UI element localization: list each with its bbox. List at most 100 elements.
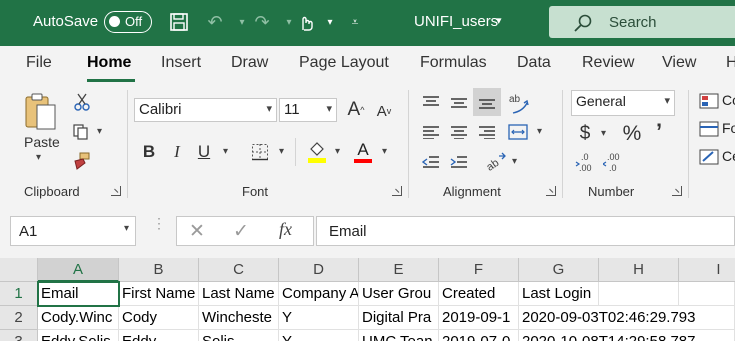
cell-a1[interactable]: Email <box>37 281 120 307</box>
cell-g2[interactable]: 2020-09-03T02:46:29.793 <box>519 306 735 330</box>
underline-dropdown-icon[interactable]: ▾ <box>223 146 228 157</box>
text-orientation-icon[interactable]: ab <box>484 150 508 174</box>
row-header-3[interactable]: 3 <box>0 330 38 341</box>
name-box[interactable]: A1 ▾ <box>10 216 136 246</box>
cancel-icon[interactable]: ✕ <box>189 220 205 243</box>
format-painter-icon[interactable] <box>70 150 92 172</box>
search-box[interactable]: Search <box>549 6 735 38</box>
grow-font-icon[interactable]: A ^ <box>344 98 368 122</box>
select-all-corner[interactable] <box>0 258 38 282</box>
increase-indent-icon[interactable] <box>446 150 472 174</box>
column-header-i[interactable]: I <box>679 258 735 282</box>
merge-center-icon[interactable] <box>506 120 530 144</box>
tab-insert[interactable]: Insert <box>161 54 201 72</box>
cell-c2[interactable]: Wincheste <box>199 306 279 330</box>
shrink-font-icon[interactable]: Av <box>372 100 396 122</box>
redo-icon[interactable]: ↷ <box>250 10 274 34</box>
customize-qat-icon[interactable]: ⩡ <box>343 10 367 34</box>
cut-icon[interactable] <box>72 92 92 112</box>
percent-style-icon[interactable]: % <box>620 122 644 146</box>
insert-function-icon[interactable]: fx <box>279 219 292 240</box>
format-as-table-icon[interactable] <box>698 120 720 138</box>
cell-e3[interactable]: UMC Tean <box>359 330 439 341</box>
cell-styles-icon[interactable] <box>698 148 720 166</box>
tab-draw[interactable]: Draw <box>231 54 268 72</box>
cell-a3[interactable]: Eddy.Solis <box>38 330 119 341</box>
row-header-2[interactable]: 2 <box>0 306 38 330</box>
column-header-h[interactable]: H <box>599 258 679 282</box>
orientation-icon[interactable]: ab <box>506 90 534 116</box>
cell-d1[interactable]: Company A <box>279 282 359 306</box>
undo-icon[interactable]: ↶ <box>203 10 227 34</box>
cell-e1[interactable]: User Grou <box>359 282 439 306</box>
clipboard-dialog-launcher[interactable] <box>111 186 121 196</box>
font-color-icon[interactable]: A <box>350 138 376 166</box>
cell-i1[interactable] <box>679 282 735 306</box>
autosave-toggle[interactable]: Off <box>104 11 152 33</box>
tab-view[interactable]: View <box>662 54 696 72</box>
font-color-dropdown-icon[interactable]: ▾ <box>382 146 387 157</box>
align-middle-icon[interactable] <box>446 90 472 114</box>
paste-label[interactable]: Paste <box>24 134 60 150</box>
column-header-a[interactable]: A <box>38 258 119 282</box>
number-format-select[interactable]: General ▾ <box>571 90 675 116</box>
align-left-icon[interactable] <box>418 120 444 144</box>
cell-b2[interactable]: Cody <box>119 306 199 330</box>
cell-styles-label[interactable]: Ce <box>722 148 735 164</box>
paste-icon[interactable] <box>22 90 62 134</box>
copy-dropdown-icon[interactable]: ▾ <box>97 126 102 137</box>
formula-input[interactable]: Email <box>316 216 735 246</box>
tab-help[interactable]: H <box>726 54 735 72</box>
tab-data[interactable]: Data <box>517 54 551 72</box>
column-header-f[interactable]: F <box>439 258 519 282</box>
fill-color-dropdown-icon[interactable]: ▾ <box>335 146 340 157</box>
column-header-c[interactable]: C <box>199 258 279 282</box>
cell-c1[interactable]: Last Name <box>199 282 279 306</box>
column-header-e[interactable]: E <box>359 258 439 282</box>
conditional-formatting-label[interactable]: Co <box>722 92 735 108</box>
cell-h1[interactable] <box>599 282 679 306</box>
italic-button[interactable]: I <box>166 140 188 164</box>
decrease-decimal-icon[interactable]: .00.0 <box>602 150 628 174</box>
touch-mode-icon[interactable] <box>294 10 318 34</box>
accounting-dropdown-icon[interactable]: ▾ <box>601 128 606 139</box>
cell-c3[interactable]: Solis <box>199 330 279 341</box>
cell-b3[interactable]: Eddy <box>119 330 199 341</box>
fill-color-icon[interactable] <box>304 138 330 166</box>
comma-style-icon[interactable]: ’ <box>650 119 668 144</box>
align-top-icon[interactable] <box>418 90 444 114</box>
filename-dropdown-icon[interactable]: ▾ <box>496 14 502 27</box>
underline-button[interactable]: U <box>193 140 215 164</box>
cell-f3[interactable]: 2019-07-0 <box>439 330 519 341</box>
cell-b1[interactable]: First Name <box>119 282 199 306</box>
row-header-1[interactable]: 1 <box>0 282 38 306</box>
tab-home[interactable]: Home <box>87 54 131 72</box>
touch-dropdown-icon[interactable]: ▾ <box>318 10 342 34</box>
tab-file[interactable]: File <box>26 54 52 72</box>
orientation-dropdown-icon[interactable]: ▾ <box>512 156 517 167</box>
column-header-b[interactable]: B <box>119 258 199 282</box>
font-dialog-launcher[interactable] <box>392 186 402 196</box>
merge-dropdown-icon[interactable]: ▾ <box>537 126 542 137</box>
paste-dropdown-icon[interactable]: ▾ <box>36 152 41 163</box>
increase-decimal-icon[interactable]: .0.00 <box>574 150 600 174</box>
font-name-select[interactable]: Calibri ▾ <box>134 98 277 122</box>
decrease-indent-icon[interactable] <box>418 150 444 174</box>
tab-page-layout[interactable]: Page Layout <box>299 54 389 72</box>
alignment-dialog-launcher[interactable] <box>546 186 556 196</box>
format-as-table-label[interactable]: Fo <box>722 120 735 136</box>
copy-icon[interactable] <box>70 122 92 142</box>
column-header-d[interactable]: D <box>279 258 359 282</box>
tab-review[interactable]: Review <box>582 54 634 72</box>
bold-button[interactable]: B <box>138 140 160 164</box>
borders-icon[interactable] <box>248 140 272 164</box>
cell-g3[interactable]: 2020-10-08T14:29:58.787 <box>519 330 735 341</box>
borders-dropdown-icon[interactable]: ▾ <box>279 146 284 157</box>
align-right-icon[interactable] <box>474 120 500 144</box>
file-name[interactable]: UNIFI_users <box>414 13 498 30</box>
conditional-formatting-icon[interactable] <box>698 92 720 110</box>
tab-formulas[interactable]: Formulas <box>420 54 487 72</box>
column-header-g[interactable]: G <box>519 258 599 282</box>
enter-icon[interactable]: ✓ <box>233 220 249 243</box>
cell-d2[interactable]: Y <box>279 306 359 330</box>
